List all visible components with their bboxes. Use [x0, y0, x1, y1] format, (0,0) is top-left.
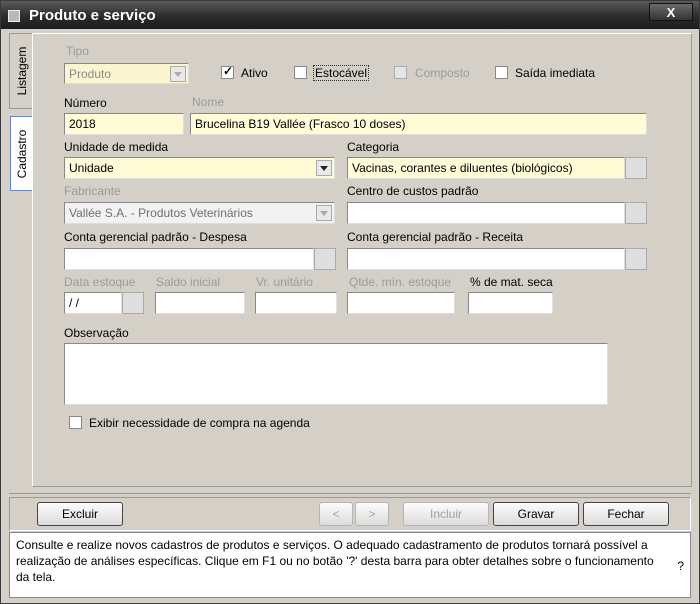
numero-label: Número	[64, 96, 107, 110]
estocavel-label: Estocável	[313, 65, 370, 81]
saida-imediata-label: Saída imediata	[515, 66, 596, 80]
close-button[interactable]: X	[649, 3, 693, 21]
tab-listagem[interactable]: Listagem	[9, 33, 33, 109]
composto-checkbox[interactable]	[394, 66, 407, 79]
fabricante-dropdown-icon[interactable]	[316, 205, 332, 221]
help-text: Consulte e realize novos cadastros de pr…	[16, 538, 654, 584]
next-button[interactable]: >	[355, 502, 389, 526]
mat-seca-label: % de mat. seca	[470, 275, 553, 289]
centro-custos-label: Centro de custos padrão	[347, 184, 479, 198]
saida-imediata-checkbox[interactable]	[495, 66, 508, 79]
vr-unitario-label: Vr. unitário	[256, 275, 313, 289]
unidade-dropdown-icon[interactable]	[316, 160, 332, 176]
tipo-dropdown-icon[interactable]	[170, 66, 186, 82]
help-bar: Consulte e realize novos cadastros de pr…	[9, 532, 691, 598]
conta-receita-input[interactable]	[347, 248, 625, 270]
title-bar[interactable]: Produto e serviço X	[1, 1, 699, 29]
tab-cadastro-label: Cadastro	[15, 129, 29, 178]
incluir-button[interactable]: Incluir	[403, 502, 489, 526]
conta-receita-label: Conta gerencial padrão - Receita	[347, 230, 524, 244]
data-estoque-input[interactable]: / /	[64, 292, 122, 314]
conta-despesa-label: Conta gerencial padrão - Despesa	[64, 230, 247, 244]
conta-receita-lookup-button[interactable]	[625, 248, 647, 270]
vr-unitario-input[interactable]	[255, 292, 337, 314]
qtde-min-input[interactable]	[347, 292, 455, 314]
conta-despesa-lookup-button[interactable]	[314, 248, 336, 270]
exibir-necessidade-checkbox[interactable]	[69, 416, 82, 429]
cadastro-panel: Tipo Produto ✓ Ativo Estocável Composto …	[32, 33, 692, 487]
excluir-button[interactable]: Excluir	[37, 502, 123, 526]
unidade-select[interactable]: Unidade	[64, 157, 335, 179]
saldo-inicial-input[interactable]	[155, 292, 245, 314]
categoria-label: Categoria	[347, 140, 400, 154]
ativo-label: Ativo	[241, 66, 268, 80]
saldo-inicial-label: Saldo inicial	[156, 275, 221, 289]
mat-seca-input[interactable]	[468, 292, 553, 314]
fabricante-value: Vallée S.A. - Produtos Veterinários	[69, 206, 253, 220]
fabricante-select[interactable]: Vallée S.A. - Produtos Veterinários	[64, 202, 335, 224]
qtde-min-label: Qtde. mín. estoque	[349, 275, 452, 289]
nome-label: Nome	[192, 95, 225, 109]
exibir-necessidade-label: Exibir necessidade de compra na agenda	[89, 416, 310, 430]
centro-custos-lookup-button[interactable]	[625, 202, 647, 224]
data-estoque-calendar-button[interactable]	[122, 292, 144, 314]
vertical-tabs: Listagem Cadastro	[6, 33, 33, 487]
button-bar: Excluir < > Incluir Gravar Fechar	[9, 497, 691, 531]
numero-input[interactable]: 2018	[64, 113, 184, 135]
observacao-label: Observação	[64, 326, 129, 340]
ativo-checkbox[interactable]: ✓	[221, 64, 234, 79]
prev-button[interactable]: <	[319, 502, 353, 526]
observacao-textarea[interactable]	[64, 343, 608, 405]
content-area: Listagem Cadastro Tipo Produto ✓ Ativo E…	[1, 29, 699, 603]
categoria-lookup-button[interactable]	[625, 157, 647, 179]
tipo-label: Tipo	[66, 44, 89, 58]
unidade-value: Unidade	[69, 161, 114, 175]
nome-input[interactable]: Brucelina B19 Vallée (Frasco 10 doses)	[190, 113, 647, 135]
fechar-button[interactable]: Fechar	[583, 502, 669, 526]
estocavel-checkbox[interactable]	[294, 66, 307, 79]
tab-cadastro[interactable]: Cadastro	[10, 116, 33, 191]
gravar-button[interactable]: Gravar	[493, 502, 579, 526]
conta-despesa-input[interactable]	[64, 248, 314, 270]
tipo-select[interactable]: Produto	[64, 63, 189, 84]
check-icon: ✓	[223, 64, 234, 78]
centro-custos-input[interactable]	[347, 202, 625, 224]
help-question-button[interactable]: ?	[677, 559, 684, 573]
fabricante-label: Fabricante	[64, 184, 121, 198]
categoria-input[interactable]: Vacinas, corantes e diluentes (biológico…	[347, 157, 625, 179]
tab-listagem-label: Listagem	[14, 46, 29, 96]
unidade-label: Unidade de medida	[64, 140, 169, 154]
composto-label: Composto	[415, 66, 470, 80]
window-icon	[8, 10, 20, 22]
window-title: Produto e serviço	[29, 7, 156, 24]
product-service-window: Produto e serviço X Listagem Cadastro Ti…	[0, 0, 700, 604]
tipo-value: Produto	[69, 67, 112, 81]
data-estoque-label: Data estoque	[64, 275, 136, 289]
